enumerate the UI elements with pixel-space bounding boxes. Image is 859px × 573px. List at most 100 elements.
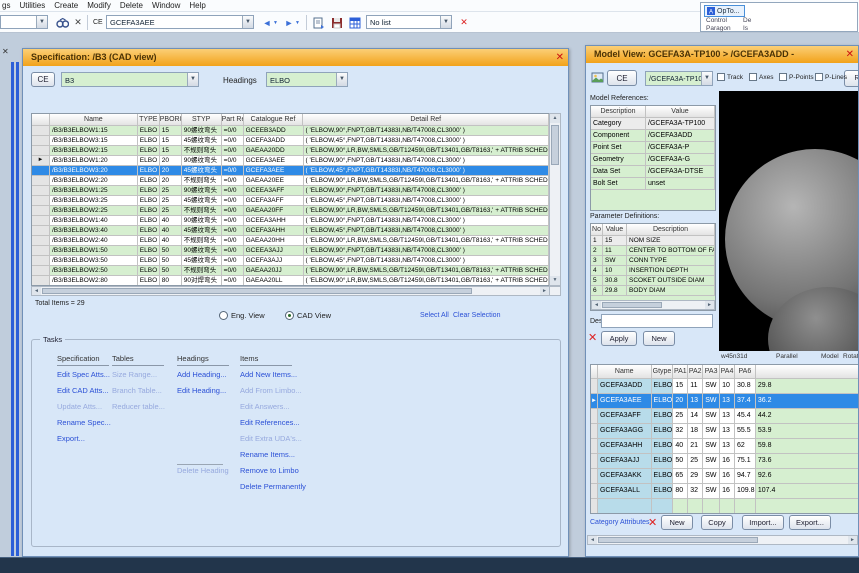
new-desc-button[interactable]: New <box>643 331 675 346</box>
list-combo[interactable]: No list▼ <box>366 15 452 29</box>
spec-column-header[interactable]: Name <box>50 114 138 126</box>
table-row[interactable]: /B3/B3ELBOW1:40ELBO4090螺纹弯头=0/0GCEEA3AHH… <box>32 216 549 226</box>
table-row[interactable]: Point Set/GCEFA3A-P <box>591 142 715 154</box>
docked-panel-close-icon[interactable]: ✕ <box>2 47 9 56</box>
row-selector[interactable] <box>32 136 50 146</box>
chevron-down-icon[interactable]: ▼ <box>36 16 47 28</box>
spec-column-header[interactable]: Detail Ref <box>303 114 549 126</box>
table-row[interactable]: GCEFA3AJJELBO5025SW1675.173.6 <box>591 454 859 469</box>
footer-new-button[interactable]: New <box>661 515 693 530</box>
table-row[interactable]: Geometry/GCEFA3A-G <box>591 154 715 166</box>
table-row[interactable]: /B3/B3ELBOW3:25ELBO2545螺纹弯头=0/0GCEFA3AFF… <box>32 196 549 206</box>
table-row[interactable]: GCEFA3AGGELBO3218SW1355.553.9 <box>591 424 859 439</box>
checkbox-ppoints[interactable]: P-Points <box>779 73 814 81</box>
refs-column-header[interactable]: Value <box>646 106 715 118</box>
spec-column-header[interactable]: STYP <box>182 114 222 126</box>
3d-viewport[interactable] <box>719 91 859 351</box>
row-selector[interactable] <box>591 424 598 439</box>
row-selector[interactable] <box>32 176 50 186</box>
db-listing-icon[interactable] <box>312 16 326 29</box>
table-row[interactable]: 115NOM SIZE <box>591 236 715 246</box>
row-selector[interactable] <box>32 196 50 206</box>
table-row[interactable]: Bolt Setunset <box>591 178 715 190</box>
scroll-left-icon[interactable]: ◄ <box>588 536 597 544</box>
view-radio-cad[interactable]: CAD View <box>285 311 331 320</box>
nav-back-menu-icon[interactable]: ▼ <box>272 16 279 29</box>
scroll-right-icon[interactable]: ► <box>848 536 857 544</box>
checkbox-track[interactable]: Track <box>717 73 743 81</box>
table-row[interactable]: /B3/B3ELBOW3:20ELBO2045螺纹弯头=0/0GCEFA3AEE… <box>32 166 549 176</box>
optool-row-text[interactable]: De <box>743 17 751 24</box>
headings-combo[interactable]: ELBO▼ <box>266 72 348 87</box>
close-icon[interactable]: ✕ <box>846 48 854 61</box>
task-link[interactable]: Delete Permanently <box>240 482 306 491</box>
refs-column-header[interactable]: Description <box>591 106 646 118</box>
toolbar-partial-combo[interactable]: ▼ <box>0 15 48 29</box>
element-combo[interactable]: GCEFA3AEE▼ <box>106 15 254 29</box>
parameters-hscrollbar[interactable]: ◄ ► <box>591 300 715 310</box>
category-column-header[interactable]: PA6 <box>735 365 756 379</box>
task-link[interactable]: Add Heading... <box>177 370 227 379</box>
scroll-right-icon[interactable]: ► <box>540 287 549 295</box>
docked-panel-edge[interactable] <box>11 62 14 556</box>
row-selector[interactable] <box>32 256 50 266</box>
cancel-icon[interactable]: ✕ <box>648 516 657 529</box>
chevron-down-icon[interactable]: ▼ <box>440 16 451 28</box>
params-column-header[interactable]: No <box>591 224 603 236</box>
row-selector[interactable] <box>591 469 598 484</box>
scroll-thumb[interactable] <box>551 125 559 165</box>
nav-forward-menu-icon[interactable]: ▼ <box>294 16 301 29</box>
row-selector[interactable] <box>32 206 50 216</box>
menu-item-gs[interactable]: gs <box>2 1 10 10</box>
category-column-header[interactable]: Name <box>598 365 652 379</box>
spec-column-header[interactable]: Part Ref <box>222 114 244 126</box>
checkbox-axes[interactable]: Axes <box>749 73 773 81</box>
model-element-combo[interactable]: /GCEFA3A-TP100▼ <box>645 71 713 86</box>
row-selector[interactable] <box>591 484 598 499</box>
category-column-header[interactable] <box>591 365 598 379</box>
menu-item-delete[interactable]: Delete <box>120 1 143 10</box>
spec-column-header[interactable]: Catalogue Ref <box>244 114 304 126</box>
checkbox-plines[interactable]: P-Lines <box>815 73 847 81</box>
table-row[interactable]: GCEFA3AHHELBO4021SW136259.8 <box>591 439 859 454</box>
category-column-header[interactable]: PA4 <box>720 365 735 379</box>
row-selector[interactable] <box>32 246 50 256</box>
snapshot-icon[interactable] <box>590 71 604 84</box>
task-link[interactable]: Rename Spec... <box>57 418 111 427</box>
docked-panel-edge[interactable] <box>16 62 19 556</box>
optool-row-text[interactable]: Paragon <box>706 25 731 32</box>
table-row[interactable]: /B3/B3ELBOW3:15ELBO1545螺纹弯头=0/0GCEFA3ADD… <box>32 136 549 146</box>
table-row[interactable]: 211CENTER TO BOTTOM OF FACE <box>591 246 715 256</box>
row-selector[interactable] <box>32 266 50 276</box>
apply-button[interactable]: Apply <box>601 331 637 346</box>
table-row[interactable]: GCEFA3ALLELBO8032SW16109.8107.4 <box>591 484 859 499</box>
optool-row-text[interactable]: Control <box>706 17 727 24</box>
table-row[interactable]: /B3/B3ELBOW2:15ELBO15不规则弯头=0/0GAEAA20DD(… <box>32 146 549 156</box>
view-radio-eng[interactable]: Eng. View <box>219 311 265 320</box>
category-column-header[interactable]: PA2 <box>688 365 703 379</box>
task-link[interactable]: Remove to Limbo <box>240 466 299 475</box>
row-selector[interactable] <box>591 409 598 424</box>
row-selector[interactable] <box>32 226 50 236</box>
menu-item-window[interactable]: Window <box>152 1 180 10</box>
menu-item-utilities[interactable]: Utilities <box>19 1 45 10</box>
table-row[interactable]: Data Set/GCEFA3A-DTSE <box>591 166 715 178</box>
model-window-titlebar[interactable]: Model View: GCEFA3A-TP100 > /GCEFA3ADD - <box>586 46 858 63</box>
spec-table-vscrollbar[interactable]: ▲ ▼ <box>549 113 561 286</box>
table-row[interactable]: GCEFA3AFFELBO2514SW1345.444.2 <box>591 409 859 424</box>
model-window-hscrollbar[interactable]: ◄ ► <box>587 535 858 545</box>
table-row[interactable]: /B3/B3ELBOW1:15ELBO1590螺纹弯头=0/0GCEEB3ADD… <box>32 126 549 136</box>
category-column-header[interactable]: Gtype <box>652 365 674 379</box>
table-row[interactable]: /B3/B3ELBOW2:20ELBO20不规则弯头=0/0GAEAA20EE(… <box>32 176 549 186</box>
footer-import-button[interactable]: Import... <box>742 515 784 530</box>
list-grid-icon[interactable] <box>348 16 362 29</box>
table-row[interactable]: ►GCEFA3AEEELBO2013SW1337.436.2 <box>591 394 859 409</box>
find-binoculars-icon[interactable] <box>55 16 69 29</box>
footer-export-button[interactable]: Export... <box>789 515 831 530</box>
menu-item-create[interactable]: Create <box>54 1 78 10</box>
scroll-thumb[interactable] <box>598 537 758 543</box>
row-selector[interactable] <box>32 236 50 246</box>
spec-combo[interactable]: B3▼ <box>61 72 199 87</box>
scroll-thumb[interactable] <box>602 302 662 308</box>
task-link[interactable]: Export... <box>57 434 85 443</box>
